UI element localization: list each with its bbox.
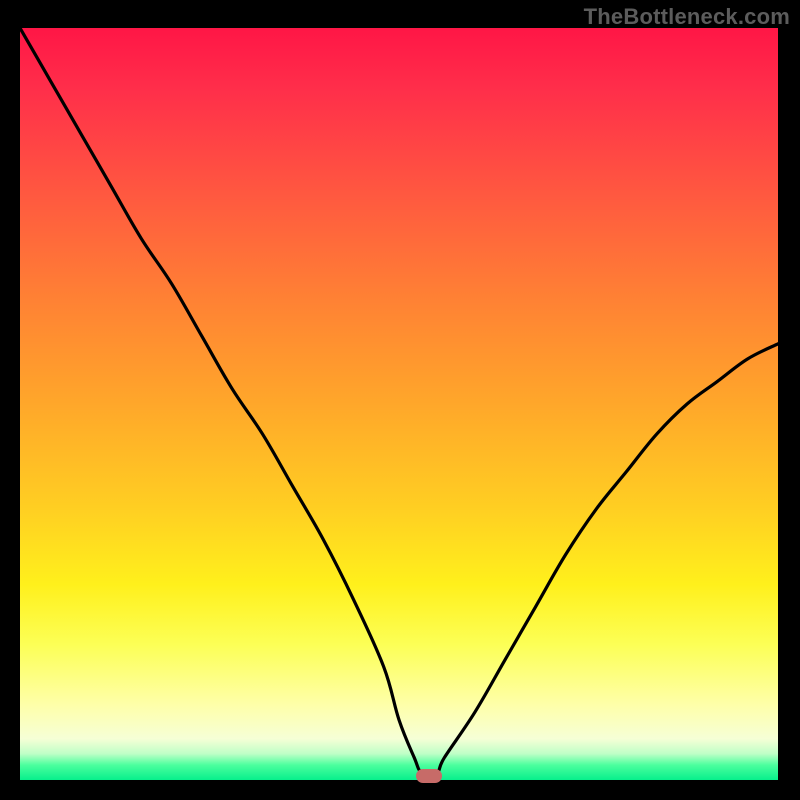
plot-area: [20, 28, 778, 780]
chart-frame: TheBottleneck.com: [0, 0, 800, 800]
watermark-text: TheBottleneck.com: [584, 4, 790, 30]
bottleneck-curve: [20, 28, 778, 775]
min-marker: [416, 769, 442, 783]
plot-svg: [20, 28, 778, 780]
